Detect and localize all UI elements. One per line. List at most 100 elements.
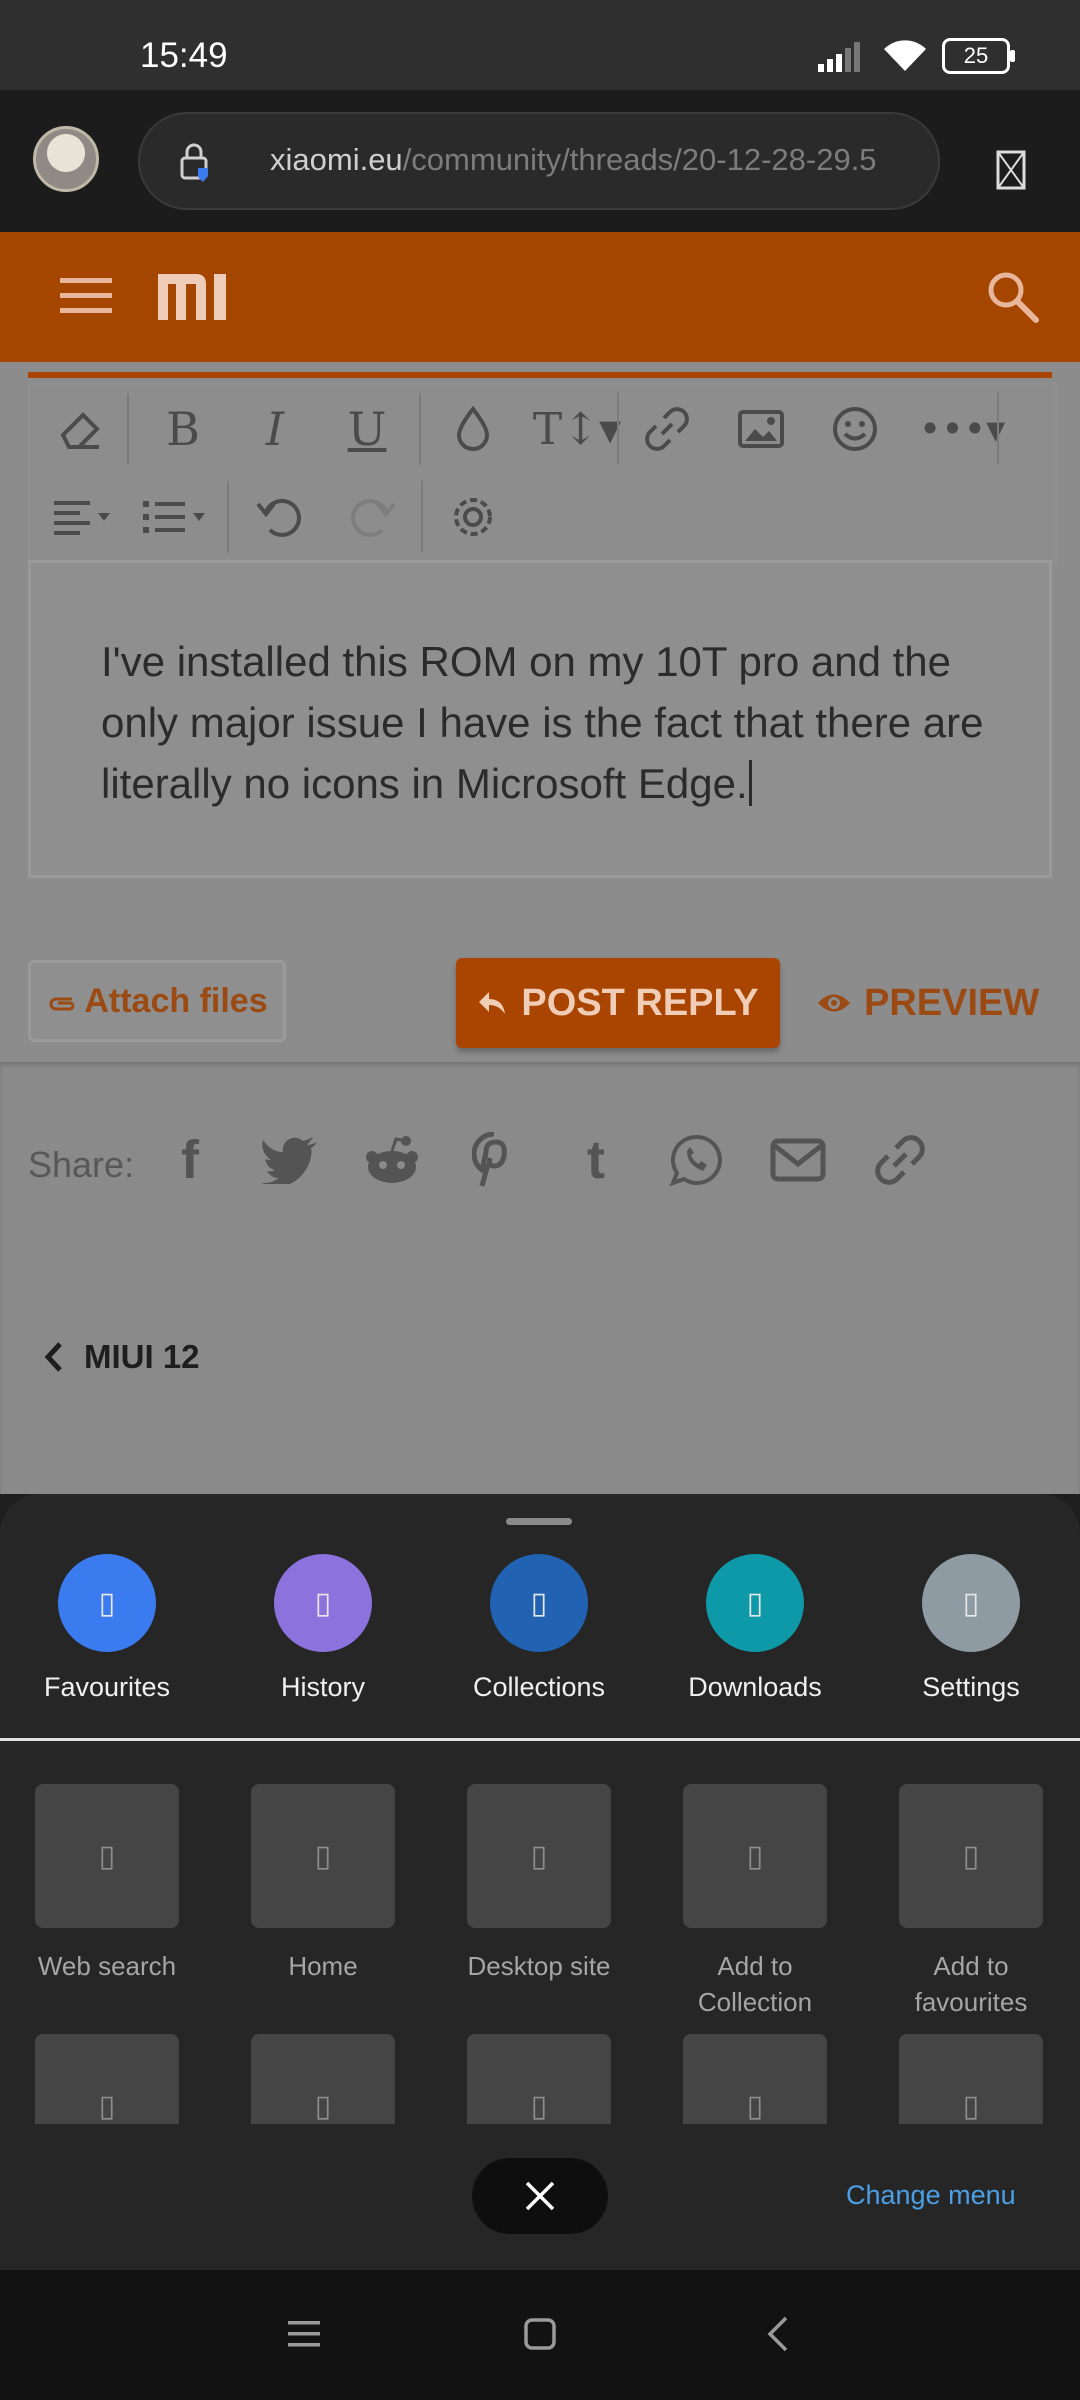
image-icon[interactable] [731, 399, 791, 459]
menu-grid-item[interactable]: ▯ [454, 2034, 624, 2124]
add-to-collection-label: Add to Collection [697, 1951, 813, 2017]
web-search-item[interactable]: ▯ Web search [22, 1784, 192, 1984]
home-icon[interactable] [518, 2312, 562, 2356]
font-size-icon[interactable]: T↕▾ [527, 399, 627, 459]
desktop-site-item[interactable]: ▯ Desktop site [454, 1784, 624, 1984]
mi-logo[interactable] [156, 270, 230, 324]
site-header [0, 232, 1080, 362]
undo-icon[interactable] [249, 487, 309, 547]
page-content: B I U T↕▾ •••▾ I've installed this ROM o… [0, 362, 1080, 1494]
link-icon[interactable] [637, 399, 697, 459]
paperclip-icon [49, 997, 75, 1011]
search-icon[interactable] [984, 268, 1040, 324]
sheet-drag-handle[interactable] [506, 1518, 572, 1525]
redo-icon[interactable] [343, 487, 403, 547]
menu-grid-item[interactable]: ▯ [670, 2034, 840, 2124]
attach-files-button[interactable]: Attach files [28, 960, 286, 1042]
downloads-icon: ▯ [706, 1554, 804, 1652]
menu-icon[interactable] [282, 2312, 326, 2356]
avatar[interactable] [33, 126, 99, 192]
eraser-icon[interactable] [51, 399, 111, 459]
reddit-icon[interactable] [360, 1128, 424, 1192]
favourites-icon: ▯ [58, 1554, 156, 1652]
text-color-icon[interactable] [443, 399, 503, 459]
more-icon[interactable]: •••▾ [917, 399, 1007, 459]
battery-icon: 25 [942, 38, 1015, 74]
align-icon[interactable] [47, 487, 127, 547]
message-text-content: I've installed this ROM on my 10T pro an… [101, 638, 984, 807]
bold-icon[interactable]: B [153, 399, 213, 459]
message-textarea[interactable]: I've installed this ROM on my 10T pro an… [28, 560, 1052, 878]
menu-grid-item[interactable]: ▯ [22, 2034, 192, 2124]
close-icon [525, 2181, 555, 2211]
desktop-site-icon: ▯ [467, 1784, 611, 1928]
toolbar-separator [227, 481, 229, 553]
tabs-icon[interactable] [996, 150, 1026, 190]
desktop-site-label: Desktop site [467, 1951, 611, 1981]
collections-label: Collections [472, 1672, 606, 1702]
toolbar-separator [127, 393, 129, 465]
pinterest-icon[interactable] [462, 1128, 526, 1192]
settings-label: Settings [922, 1672, 1020, 1702]
menu-grid-item[interactable]: ▯ [886, 2034, 1056, 2124]
collections-icon: ▯ [490, 1554, 588, 1652]
toolbar-row-1: B I U T↕▾ •••▾ [31, 385, 1055, 473]
facebook-icon[interactable]: f [158, 1128, 222, 1192]
copy-link-icon[interactable] [868, 1128, 932, 1192]
editor-toolbar: B I U T↕▾ •••▾ [28, 382, 1058, 566]
missing-glyph-icon: ▯ [683, 2034, 827, 2124]
underline-icon[interactable]: U [337, 399, 397, 459]
signal-icon [818, 42, 860, 72]
url-text[interactable]: xiaomi.eu/community/threads/20-12-28-29.… [270, 142, 920, 178]
home-label: Home [288, 1951, 358, 1981]
favourites-button[interactable]: ▯ Favourites [22, 1554, 192, 1703]
history-icon: ▯ [274, 1554, 372, 1652]
whatsapp-icon[interactable] [664, 1128, 728, 1192]
italic-icon[interactable]: I [245, 399, 305, 459]
chevron-left-icon [44, 1342, 62, 1372]
menu-grid-item[interactable]: ▯ [238, 2034, 408, 2124]
system-nav-bar [0, 2270, 1080, 2400]
collections-button[interactable]: ▯ Collections [454, 1554, 624, 1703]
share-section: Share: f t MIUI 12 [0, 1062, 1080, 1494]
add-to-favourites-item[interactable]: ▯ Add to favourites [886, 1784, 1056, 2020]
browser-toolbar: xiaomi.eu/community/threads/20-12-28-29.… [0, 90, 1080, 232]
email-icon[interactable] [766, 1128, 830, 1192]
status-time: 15:49 [140, 36, 228, 75]
favourites-label: Favourites [43, 1672, 171, 1702]
attach-files-label: Attach files [84, 981, 268, 1020]
url-domain: xiaomi.eu [270, 142, 403, 177]
twitter-icon[interactable] [258, 1128, 322, 1192]
missing-glyph-icon: ▯ [251, 2034, 395, 2124]
downloads-button[interactable]: ▯ Downloads [670, 1554, 840, 1703]
back-icon[interactable] [758, 2312, 802, 2356]
downloads-label: Downloads [688, 1672, 822, 1702]
web-search-icon: ▯ [35, 1784, 179, 1928]
home-item[interactable]: ▯ Home [238, 1784, 408, 1984]
address-bar[interactable]: xiaomi.eu/community/threads/20-12-28-29.… [138, 112, 940, 210]
web-search-label: Web search [37, 1951, 177, 1981]
change-menu-link[interactable]: Change menu [846, 2180, 1016, 2211]
emoji-icon[interactable] [825, 399, 885, 459]
editor-accent-bar [28, 372, 1052, 378]
add-to-favourites-label: Add to favourites [914, 1951, 1028, 2017]
hamburger-icon[interactable] [60, 274, 112, 318]
settings-icon[interactable] [443, 487, 503, 547]
settings-button[interactable]: ▯ Settings [886, 1554, 1056, 1703]
text-caret [748, 760, 752, 806]
share-label: Share: [28, 1144, 135, 1185]
close-menu-button[interactable] [472, 2158, 608, 2234]
post-reply-button[interactable]: POST REPLY [456, 958, 780, 1048]
add-to-collection-item[interactable]: ▯ Add to Collection [670, 1784, 840, 2020]
history-label: History [280, 1672, 365, 1702]
status-bar: 15:49 25 [0, 0, 1080, 90]
lock-icon[interactable] [174, 140, 214, 184]
breadcrumb[interactable]: MIUI 12 [44, 1338, 200, 1376]
toolbar-separator [421, 481, 423, 553]
tumblr-icon[interactable]: t [564, 1128, 628, 1192]
missing-glyph-icon: ▯ [35, 2034, 179, 2124]
toolbar-separator [419, 393, 421, 465]
history-button[interactable]: ▯ History [238, 1554, 408, 1703]
list-icon[interactable] [139, 487, 219, 547]
preview-button[interactable]: PREVIEW [816, 958, 1056, 1048]
